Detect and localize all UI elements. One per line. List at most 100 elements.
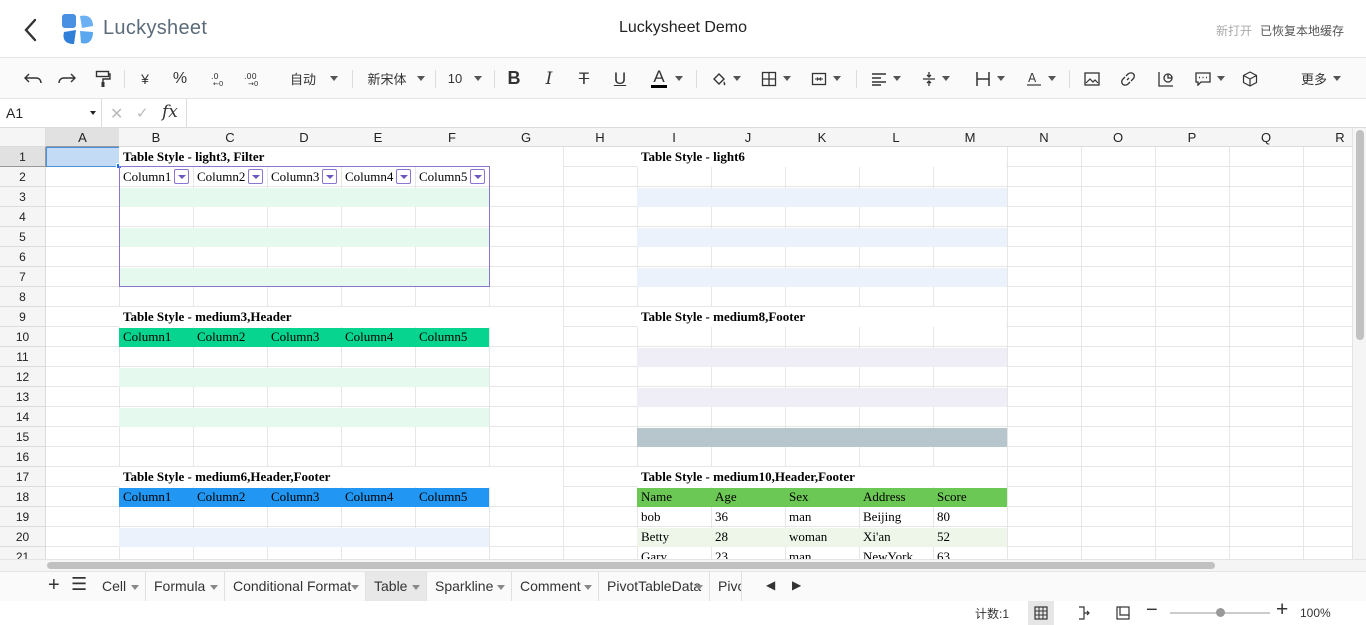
row-header-2[interactable]: 2 [0, 167, 46, 187]
column-header-q[interactable]: Q [1229, 128, 1304, 147]
insert-image-button[interactable] [1080, 58, 1104, 99]
chevron-down-icon[interactable] [90, 111, 96, 115]
t6-data-cell[interactable]: woman [785, 527, 859, 547]
column-header-l[interactable]: L [859, 128, 934, 147]
row-header-16[interactable]: 16 [0, 447, 46, 467]
column-header-p[interactable]: P [1155, 128, 1230, 147]
insert-link-button[interactable] [1116, 58, 1140, 99]
row-header-5[interactable]: 5 [0, 227, 46, 247]
italic-button[interactable]: I [538, 58, 560, 99]
row-header-21[interactable]: 21 [0, 547, 46, 559]
screenshot-button[interactable] [1238, 58, 1262, 99]
all-sheets-menu-icon[interactable]: ☰ [71, 574, 87, 595]
t6-data-cell[interactable]: 80 [933, 507, 1007, 527]
increase-decimal-button[interactable]: .00 →0 [240, 58, 264, 99]
sheet-tab-table[interactable]: Table [366, 572, 427, 602]
percent-button[interactable]: % [168, 58, 192, 99]
horizontal-scrollbar[interactable] [0, 559, 1366, 571]
insert-comment-button[interactable] [1190, 58, 1230, 99]
column-header-m[interactable]: M [933, 128, 1008, 147]
row-header-7[interactable]: 7 [0, 267, 46, 287]
add-sheet-button[interactable]: + [48, 574, 60, 597]
merge-cells-button[interactable] [806, 58, 846, 99]
undo-button[interactable] [20, 58, 46, 99]
scroll-tabs-right-icon[interactable]: ▶ [792, 578, 801, 592]
scroll-tabs-left-icon[interactable]: ◀ [766, 578, 775, 592]
chevron-down-icon[interactable] [584, 585, 592, 590]
zoom-out-button[interactable]: − [1146, 599, 1158, 622]
t6-data-cell[interactable]: bob [637, 507, 711, 527]
t6-data-cell[interactable]: Betty [637, 527, 711, 547]
row-header-15[interactable]: 15 [0, 427, 46, 447]
column-header-c[interactable]: C [193, 128, 268, 147]
column-header-k[interactable]: K [785, 128, 860, 147]
row-header-6[interactable]: 6 [0, 247, 46, 267]
text-wrap-button[interactable] [968, 58, 1012, 99]
column-header-h[interactable]: H [563, 128, 638, 147]
text-color-button[interactable]: A [646, 58, 688, 99]
row-header-8[interactable]: 8 [0, 287, 46, 307]
column-header-i[interactable]: I [637, 128, 712, 147]
t6-data-cell[interactable]: Gary [637, 547, 711, 559]
filter-dropdown-icon[interactable] [174, 169, 189, 184]
column-header-o[interactable]: O [1081, 128, 1156, 147]
cancel-edit-icon[interactable]: ✕ [110, 104, 123, 124]
t6-data-cell[interactable]: NewYork [859, 547, 933, 559]
t6-data-cell[interactable]: man [785, 547, 859, 559]
horizontal-scroll-thumb[interactable] [47, 562, 1215, 569]
zoom-slider-handle[interactable] [1216, 608, 1225, 617]
name-box[interactable]: A1 [0, 99, 102, 127]
t6-data-cell[interactable]: Beijing [859, 507, 933, 527]
back-button[interactable] [20, 16, 44, 44]
row-header-4[interactable]: 4 [0, 207, 46, 227]
sheet-tab-comment[interactable]: Comment [512, 572, 599, 602]
row-header-3[interactable]: 3 [0, 187, 46, 207]
format-painter-button[interactable] [90, 58, 116, 99]
t6-data-cell[interactable]: 28 [711, 527, 785, 547]
sheet-tab-formula[interactable]: Formula [146, 572, 225, 602]
row-header-1[interactable]: 1 [0, 147, 46, 167]
chevron-down-icon[interactable] [695, 585, 703, 590]
sheet-tab-pivo[interactable]: Pivo [710, 572, 742, 602]
fx-icon[interactable]: fx [162, 102, 178, 122]
fill-color-button[interactable] [706, 58, 746, 99]
vertical-scroll-thumb[interactable] [1356, 130, 1364, 340]
row-header-19[interactable]: 19 [0, 507, 46, 527]
chevron-down-icon[interactable] [210, 585, 218, 590]
confirm-edit-icon[interactable]: ✓ [136, 104, 149, 122]
chevron-down-icon[interactable] [131, 585, 139, 590]
column-header-e[interactable]: E [341, 128, 416, 147]
chevron-down-icon[interactable] [497, 585, 505, 590]
column-header-d[interactable]: D [267, 128, 342, 147]
cell-area[interactable]: Table Style - light3, Filter Column1 Colu… [46, 147, 1366, 559]
filter-dropdown-icon[interactable] [396, 169, 411, 184]
border-button[interactable] [756, 58, 796, 99]
column-header-j[interactable]: J [711, 128, 786, 147]
page-break-view-button[interactable] [1070, 601, 1096, 625]
more-button[interactable]: 更多 [1296, 58, 1346, 99]
row-header-11[interactable]: 11 [0, 347, 46, 367]
column-header-b[interactable]: B [119, 128, 194, 147]
select-all-corner[interactable] [0, 128, 46, 147]
t6-data-cell[interactable]: 36 [711, 507, 785, 527]
row-header-13[interactable]: 13 [0, 387, 46, 407]
text-rotate-button[interactable]: A [1020, 58, 1062, 99]
t6-data-cell[interactable]: Xi'an [859, 527, 933, 547]
selected-cell-a1[interactable] [46, 147, 120, 167]
filter-dropdown-icon[interactable] [248, 169, 263, 184]
row-header-14[interactable]: 14 [0, 407, 46, 427]
row-header-18[interactable]: 18 [0, 487, 46, 507]
font-family-dropdown[interactable]: 新宋体 [364, 58, 428, 99]
t6-data-cell[interactable]: man [785, 507, 859, 527]
underline-button[interactable]: U [608, 58, 632, 99]
sheet-tab-sparkline[interactable]: Sparkline [427, 572, 512, 602]
zoom-in-button[interactable]: + [1276, 598, 1288, 622]
font-size-dropdown[interactable]: 10 [444, 58, 486, 99]
decrease-decimal-button[interactable]: .0 ←0 [205, 58, 229, 99]
sheet-tab-pivottabledata[interactable]: PivotTableData [599, 572, 710, 602]
filter-dropdown-icon[interactable] [470, 169, 485, 184]
filter-dropdown-icon[interactable] [322, 169, 337, 184]
sheet-tab-cell[interactable]: Cell [94, 572, 146, 602]
t6-data-cell[interactable]: 23 [711, 547, 785, 559]
bold-button[interactable]: B [502, 58, 526, 99]
